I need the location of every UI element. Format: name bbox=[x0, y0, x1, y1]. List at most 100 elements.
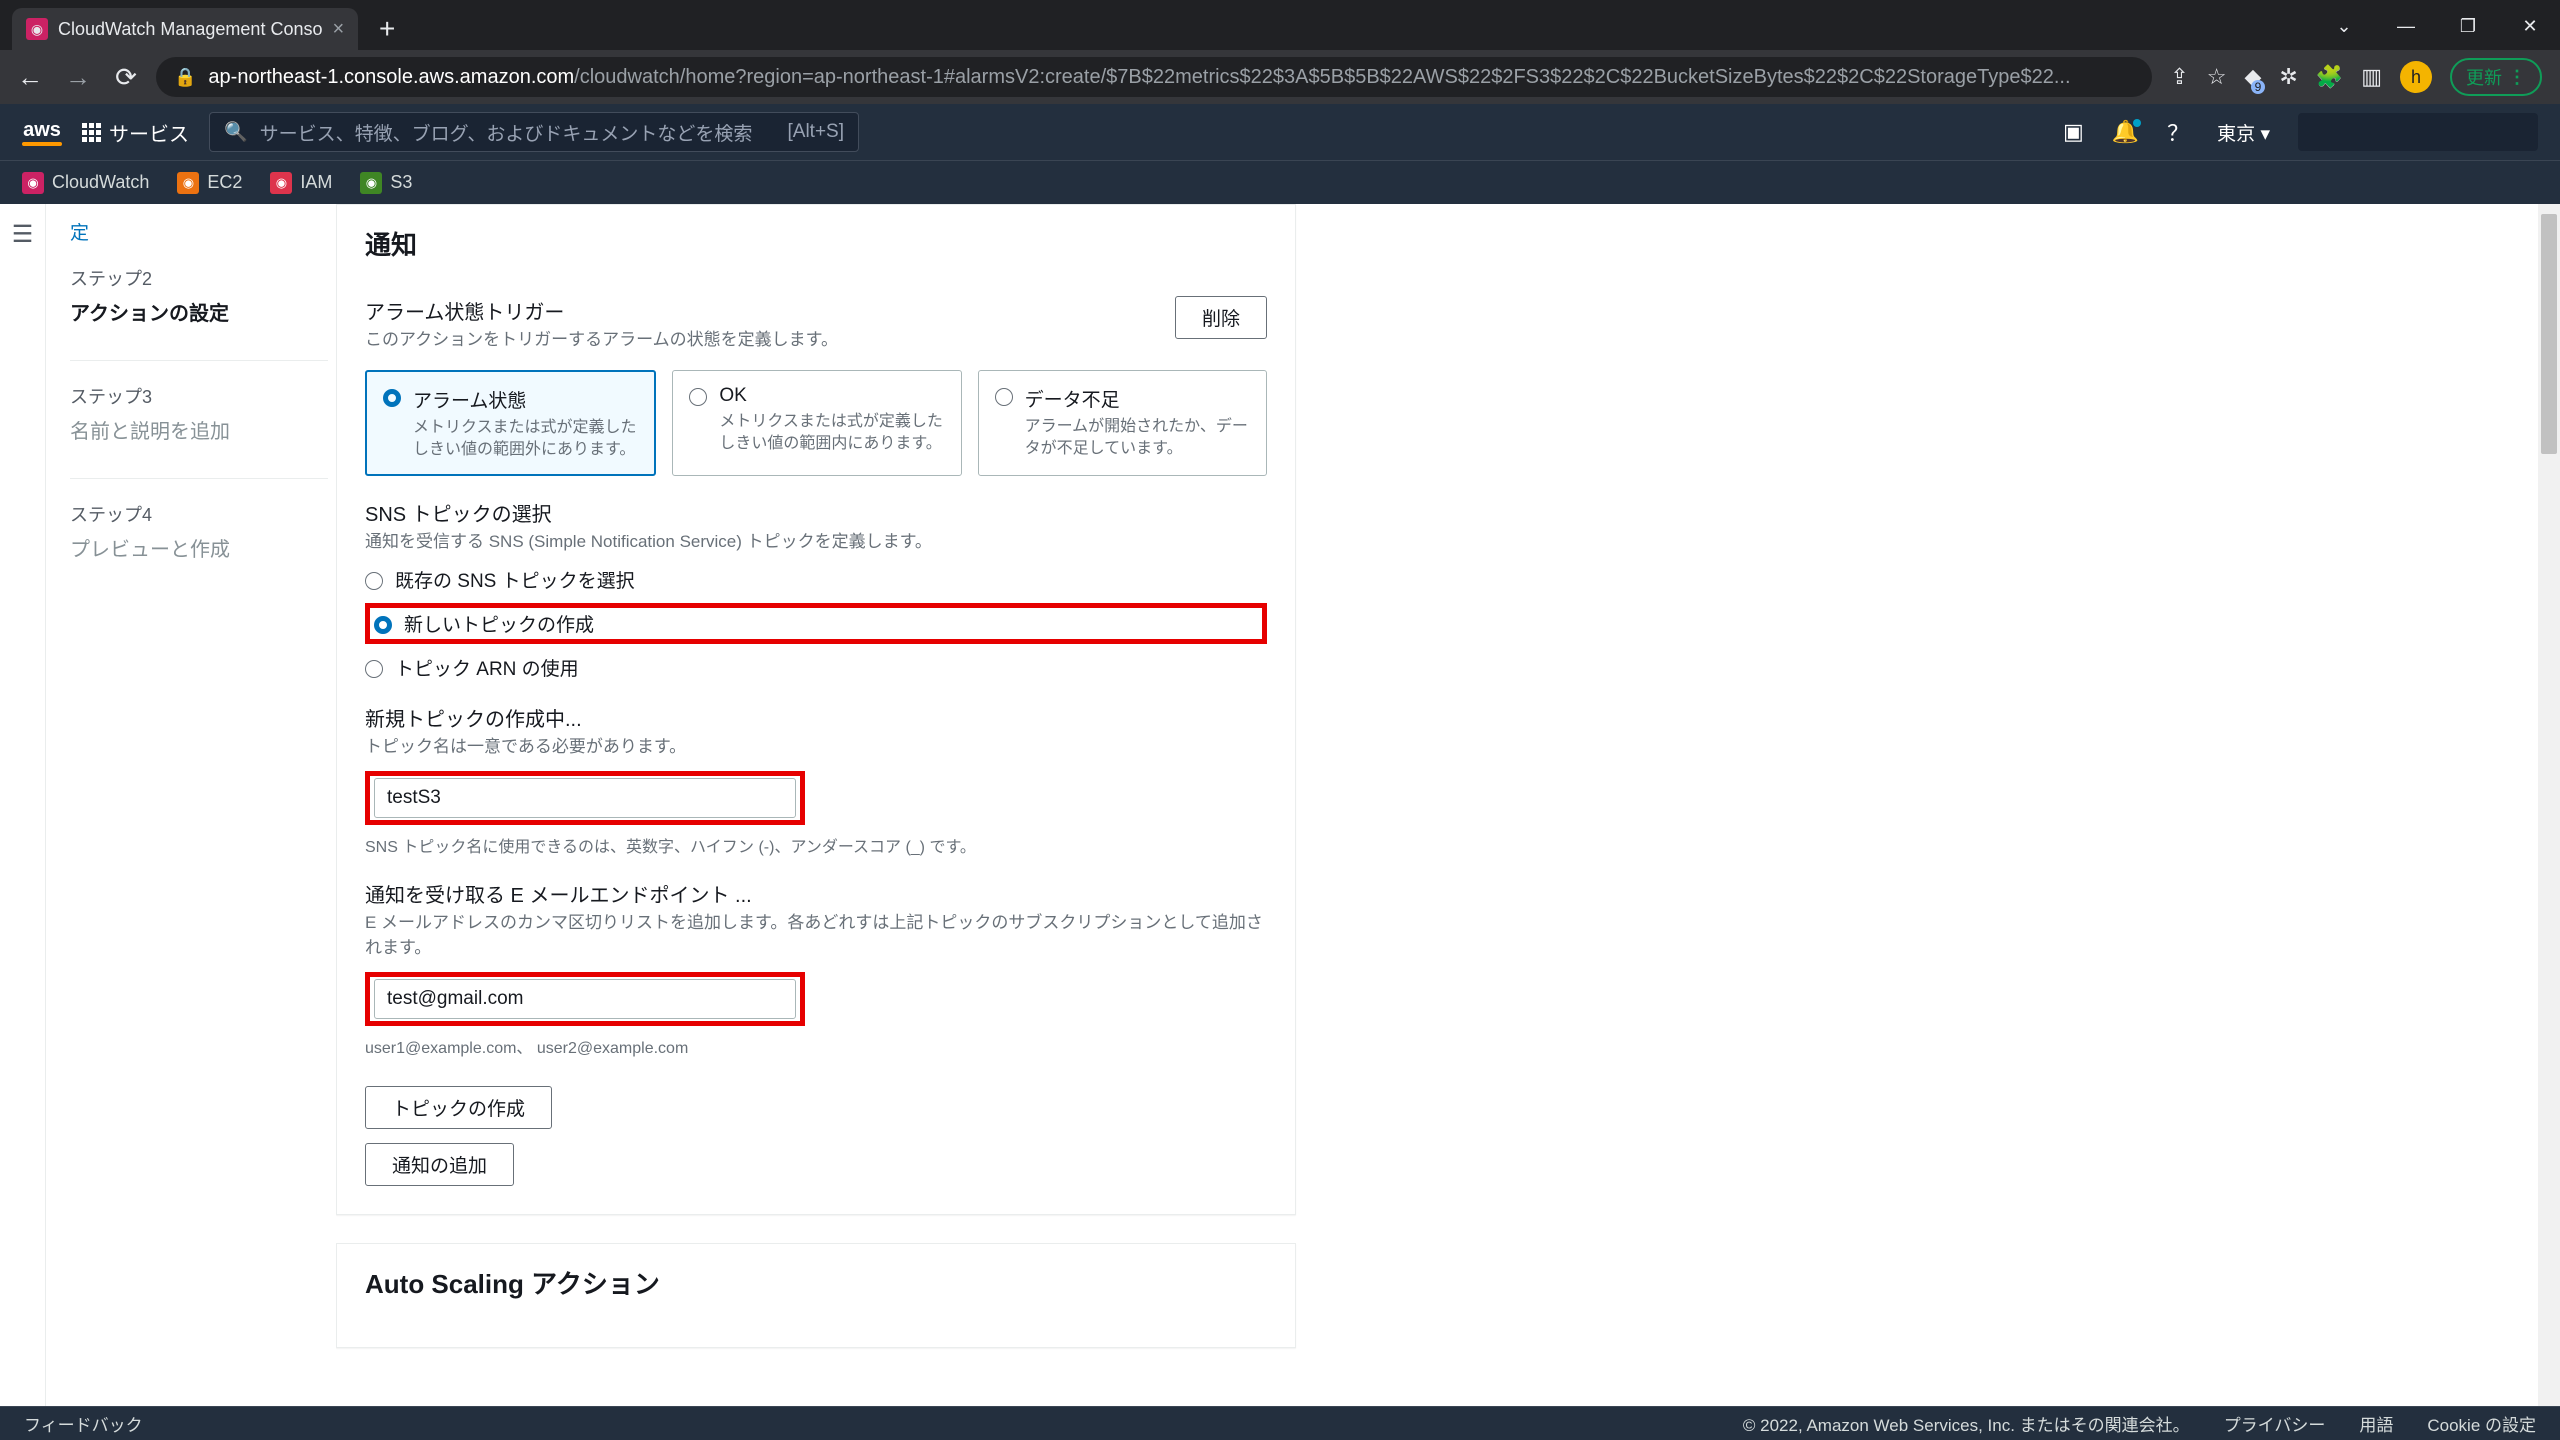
topic-name-input[interactable] bbox=[374, 778, 796, 818]
region-selector[interactable]: 東京 ▾ bbox=[2217, 119, 2270, 146]
global-search[interactable]: 🔍 サービス、特徴、ブログ、およびドキュメントなどを検索 [Alt+S] bbox=[209, 112, 859, 152]
tile-alarm-desc: メトリクスまたは式が定義したしきい値の範囲外にあります。 bbox=[413, 417, 638, 460]
tile-insufficient-desc: アラームが開始されたか、データが不足しています。 bbox=[1025, 416, 1250, 459]
highlight-topic-name bbox=[365, 771, 805, 825]
sns-option-arn[interactable]: トピック ARN の使用 bbox=[365, 654, 1267, 681]
window-close-icon[interactable]: ✕ bbox=[2500, 2, 2560, 50]
card-heading: 通知 bbox=[365, 225, 1267, 262]
star-icon[interactable]: ☆ bbox=[2207, 64, 2227, 90]
tile-ok-desc: メトリクスまたは式が定義したしきい値の範囲内にあります。 bbox=[719, 411, 944, 454]
notifications-icon[interactable]: 🔔 bbox=[2112, 119, 2139, 145]
copyright-text: © 2022, Amazon Web Services, Inc. またはその関… bbox=[1743, 1411, 2190, 1436]
new-tab-button[interactable]: + bbox=[368, 10, 406, 48]
services-label: サービス bbox=[109, 118, 189, 147]
services-menu[interactable]: サービス bbox=[82, 118, 189, 147]
autoscaling-card: Auto Scaling アクション bbox=[336, 1243, 1296, 1348]
cloudwatch-icon: ◉ bbox=[22, 172, 44, 194]
step3-number: ステップ3 bbox=[70, 383, 328, 409]
step2-title: アクションの設定 bbox=[70, 297, 328, 326]
sns-desc: 通知を受信する SNS (Simple Notification Service… bbox=[365, 527, 1267, 552]
browser-tab[interactable]: ◉ CloudWatch Management Conso × bbox=[12, 8, 358, 50]
newtopic-hint: SNS トピック名に使用できるのは、英数字、ハイフン (-)、アンダースコア (… bbox=[365, 833, 1267, 857]
update-button[interactable]: 更新 ⋮ bbox=[2450, 58, 2542, 96]
email-label: 通知を受け取る E メールエンドポイント ... bbox=[365, 879, 1267, 908]
step4-title: プレビューと作成 bbox=[70, 533, 328, 562]
tile-ok-title: OK bbox=[719, 385, 944, 407]
hamburger-icon[interactable]: ☰ bbox=[12, 220, 34, 1406]
lock-icon: 🔒 bbox=[174, 67, 196, 88]
add-notification-button[interactable]: 通知の追加 bbox=[365, 1143, 514, 1186]
wizard-steps: 定 ステップ2 アクションの設定 ステップ3 名前と説明を追加 ステップ4 プレ… bbox=[46, 204, 336, 1406]
scrollbar[interactable] bbox=[2538, 204, 2560, 1406]
subnav-ec2[interactable]: ◉EC2 bbox=[177, 172, 242, 194]
privacy-link[interactable]: プライバシー bbox=[2224, 1411, 2326, 1436]
aws-global-header: aws サービス 🔍 サービス、特徴、ブログ、およびドキュメントなどを検索 [A… bbox=[0, 104, 2560, 160]
nav-reload-icon[interactable]: ⟳ bbox=[108, 62, 144, 93]
nav-forward-icon: → bbox=[60, 62, 96, 93]
step3-title: 名前と説明を追加 bbox=[70, 415, 328, 444]
profile-avatar[interactable]: h bbox=[2400, 61, 2432, 93]
notification-card: 通知 アラーム状態トリガー このアクションをトリガーするアラームの状態を定義しま… bbox=[336, 204, 1296, 1215]
newtopic-label: 新規トピックの作成中... bbox=[365, 703, 1267, 732]
autoscaling-heading: Auto Scaling アクション bbox=[365, 1264, 1267, 1301]
aws-logo[interactable]: aws bbox=[22, 119, 62, 146]
subnav-iam[interactable]: ◉IAM bbox=[270, 172, 332, 194]
email-hint: user1@example.com、 user2@example.com bbox=[365, 1034, 1267, 1058]
newtopic-desc: トピック名は一意である必要があります。 bbox=[365, 732, 1267, 757]
tile-alarm[interactable]: アラーム状態 メトリクスまたは式が定義したしきい値の範囲外にあります。 bbox=[365, 370, 656, 476]
search-placeholder: サービス、特徴、ブログ、およびドキュメントなどを検索 bbox=[260, 119, 753, 146]
tab-title: CloudWatch Management Conso bbox=[58, 19, 322, 40]
sns-label: SNS トピックの選択 bbox=[365, 498, 1267, 527]
window-caret-icon[interactable]: ⌄ bbox=[2314, 2, 2374, 50]
cloudwatch-favicon: ◉ bbox=[26, 18, 48, 40]
nav-back-icon[interactable]: ← bbox=[12, 62, 48, 93]
sidepanel-icon[interactable]: ▥ bbox=[2361, 64, 2382, 90]
window-minimize-icon[interactable]: ― bbox=[2376, 2, 2436, 50]
sns-option-existing[interactable]: 既存の SNS トピックを選択 bbox=[365, 566, 1267, 593]
tile-ok[interactable]: OK メトリクスまたは式が定義したしきい値の範囲内にあります。 bbox=[672, 370, 961, 476]
trigger-label: アラーム状態トリガー bbox=[365, 296, 838, 325]
terms-link[interactable]: 用語 bbox=[2359, 1411, 2393, 1436]
share-icon[interactable]: ⇪ bbox=[2170, 64, 2188, 90]
subnav-s3[interactable]: ◉S3 bbox=[360, 172, 412, 194]
step2-number: ステップ2 bbox=[70, 265, 328, 291]
window-maximize-icon[interactable]: ❐ bbox=[2438, 2, 2498, 50]
scrollbar-thumb[interactable] bbox=[2541, 214, 2557, 454]
tile-insufficient-title: データ不足 bbox=[1025, 385, 1250, 412]
s3-icon: ◉ bbox=[360, 172, 382, 194]
tab-close-icon[interactable]: × bbox=[332, 18, 344, 41]
create-topic-button[interactable]: トピックの作成 bbox=[365, 1086, 552, 1129]
feedback-link[interactable]: フィードバック bbox=[24, 1411, 143, 1436]
subnav-cloudwatch[interactable]: ◉CloudWatch bbox=[22, 172, 149, 194]
grid-icon bbox=[82, 123, 101, 142]
extension-icon[interactable]: ✲ bbox=[2279, 64, 2297, 90]
help-icon[interactable]: ？ bbox=[2167, 116, 2189, 148]
search-hint: [Alt+S] bbox=[788, 121, 845, 143]
radio-alarm[interactable] bbox=[383, 389, 401, 407]
radio-insufficient[interactable] bbox=[995, 388, 1013, 406]
highlight-email bbox=[365, 972, 805, 1026]
tile-insufficient[interactable]: データ不足 アラームが開始されたか、データが不足しています。 bbox=[978, 370, 1267, 476]
cloudshell-icon[interactable]: ▣ bbox=[2063, 119, 2084, 145]
aws-footer: フィードバック © 2022, Amazon Web Services, Inc… bbox=[0, 1406, 2560, 1440]
email-desc: E メールアドレスのカンマ区切りリストを追加します。各あどれすは上記トピックのサ… bbox=[365, 908, 1267, 958]
sns-option-create[interactable]: 新しいトピックの作成 bbox=[374, 610, 1258, 637]
address-bar[interactable]: 🔒 ap-northeast-1.console.aws.amazon.com/… bbox=[156, 57, 2152, 97]
aws-service-subnav: ◉CloudWatch ◉EC2 ◉IAM ◉S3 bbox=[0, 160, 2560, 204]
iam-icon: ◉ bbox=[270, 172, 292, 194]
account-menu[interactable] bbox=[2298, 113, 2538, 151]
email-input[interactable] bbox=[374, 979, 796, 1019]
search-icon: 🔍 bbox=[224, 120, 248, 144]
url-text: ap-northeast-1.console.aws.amazon.com/cl… bbox=[208, 66, 2070, 89]
trigger-desc: このアクションをトリガーするアラームの状態を定義します。 bbox=[365, 325, 838, 350]
cookies-link[interactable]: Cookie の設定 bbox=[2427, 1411, 2536, 1436]
step4-number: ステップ4 bbox=[70, 501, 328, 527]
tile-alarm-title: アラーム状態 bbox=[413, 386, 638, 413]
extension-badge-icon[interactable]: ◆9 bbox=[2244, 64, 2261, 90]
ec2-icon: ◉ bbox=[177, 172, 199, 194]
radio-ok[interactable] bbox=[689, 388, 707, 406]
extensions-puzzle-icon[interactable]: 🧩 bbox=[2316, 64, 2343, 90]
trigger-tiles: アラーム状態 メトリクスまたは式が定義したしきい値の範囲外にあります。 OK メ… bbox=[365, 370, 1267, 476]
step1-sublabel[interactable]: 定 bbox=[70, 218, 328, 245]
delete-button[interactable]: 削除 bbox=[1175, 296, 1267, 339]
